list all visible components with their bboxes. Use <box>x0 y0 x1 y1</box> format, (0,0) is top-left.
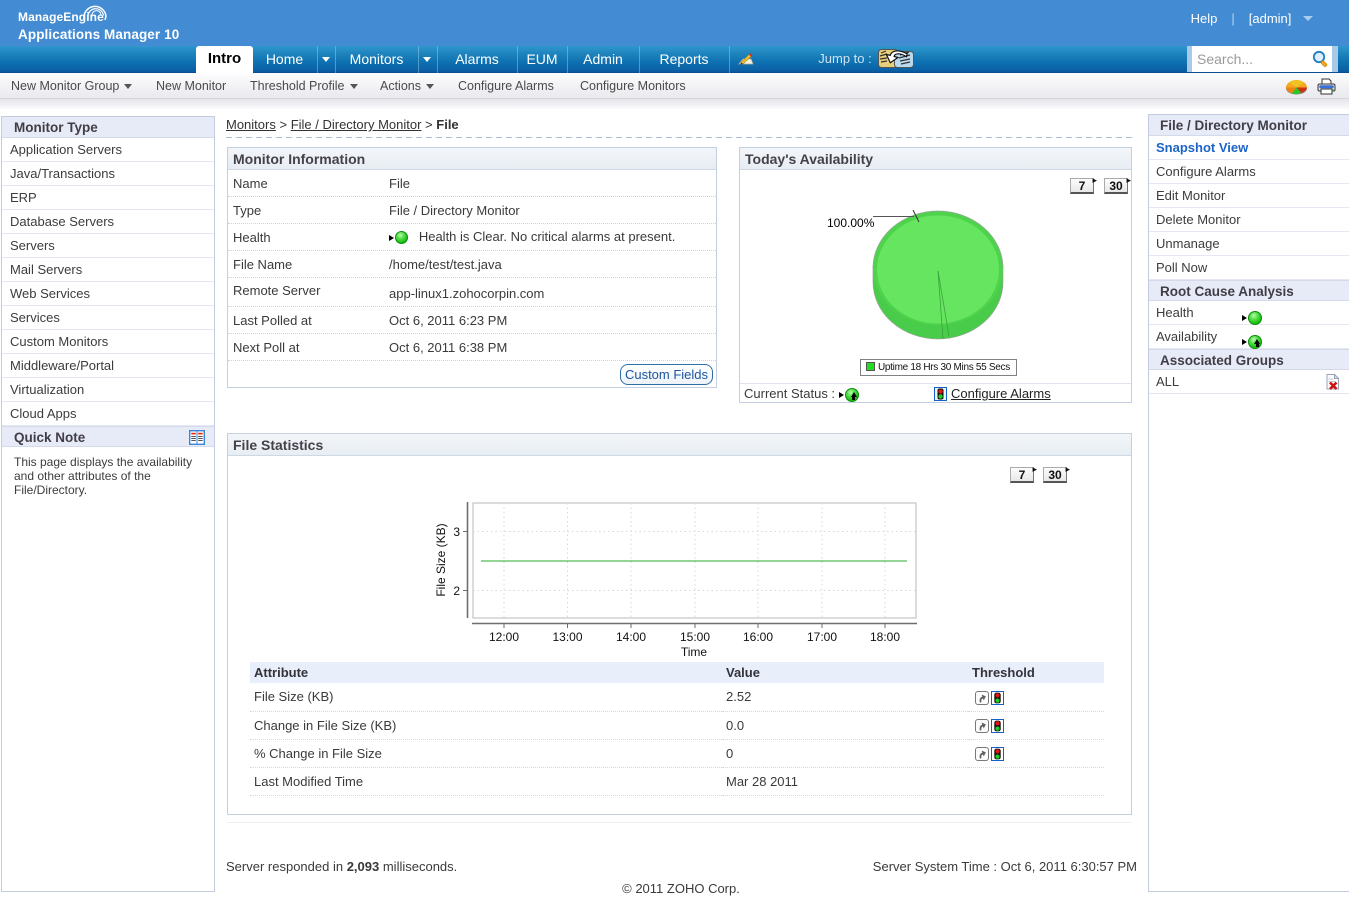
svg-text:File Size (KB): File Size (KB) <box>434 523 448 596</box>
svg-text:2: 2 <box>453 584 460 598</box>
svg-text:17:00: 17:00 <box>807 630 837 644</box>
svg-text:16:00: 16:00 <box>743 630 773 644</box>
svg-text:12:00: 12:00 <box>489 630 519 644</box>
svg-text:18:00: 18:00 <box>870 630 900 644</box>
svg-text:Time: Time <box>681 645 708 659</box>
svg-text:13:00: 13:00 <box>552 630 582 644</box>
svg-text:3: 3 <box>453 525 460 539</box>
svg-text:15:00: 15:00 <box>680 630 710 644</box>
svg-text:14:00: 14:00 <box>616 630 646 644</box>
